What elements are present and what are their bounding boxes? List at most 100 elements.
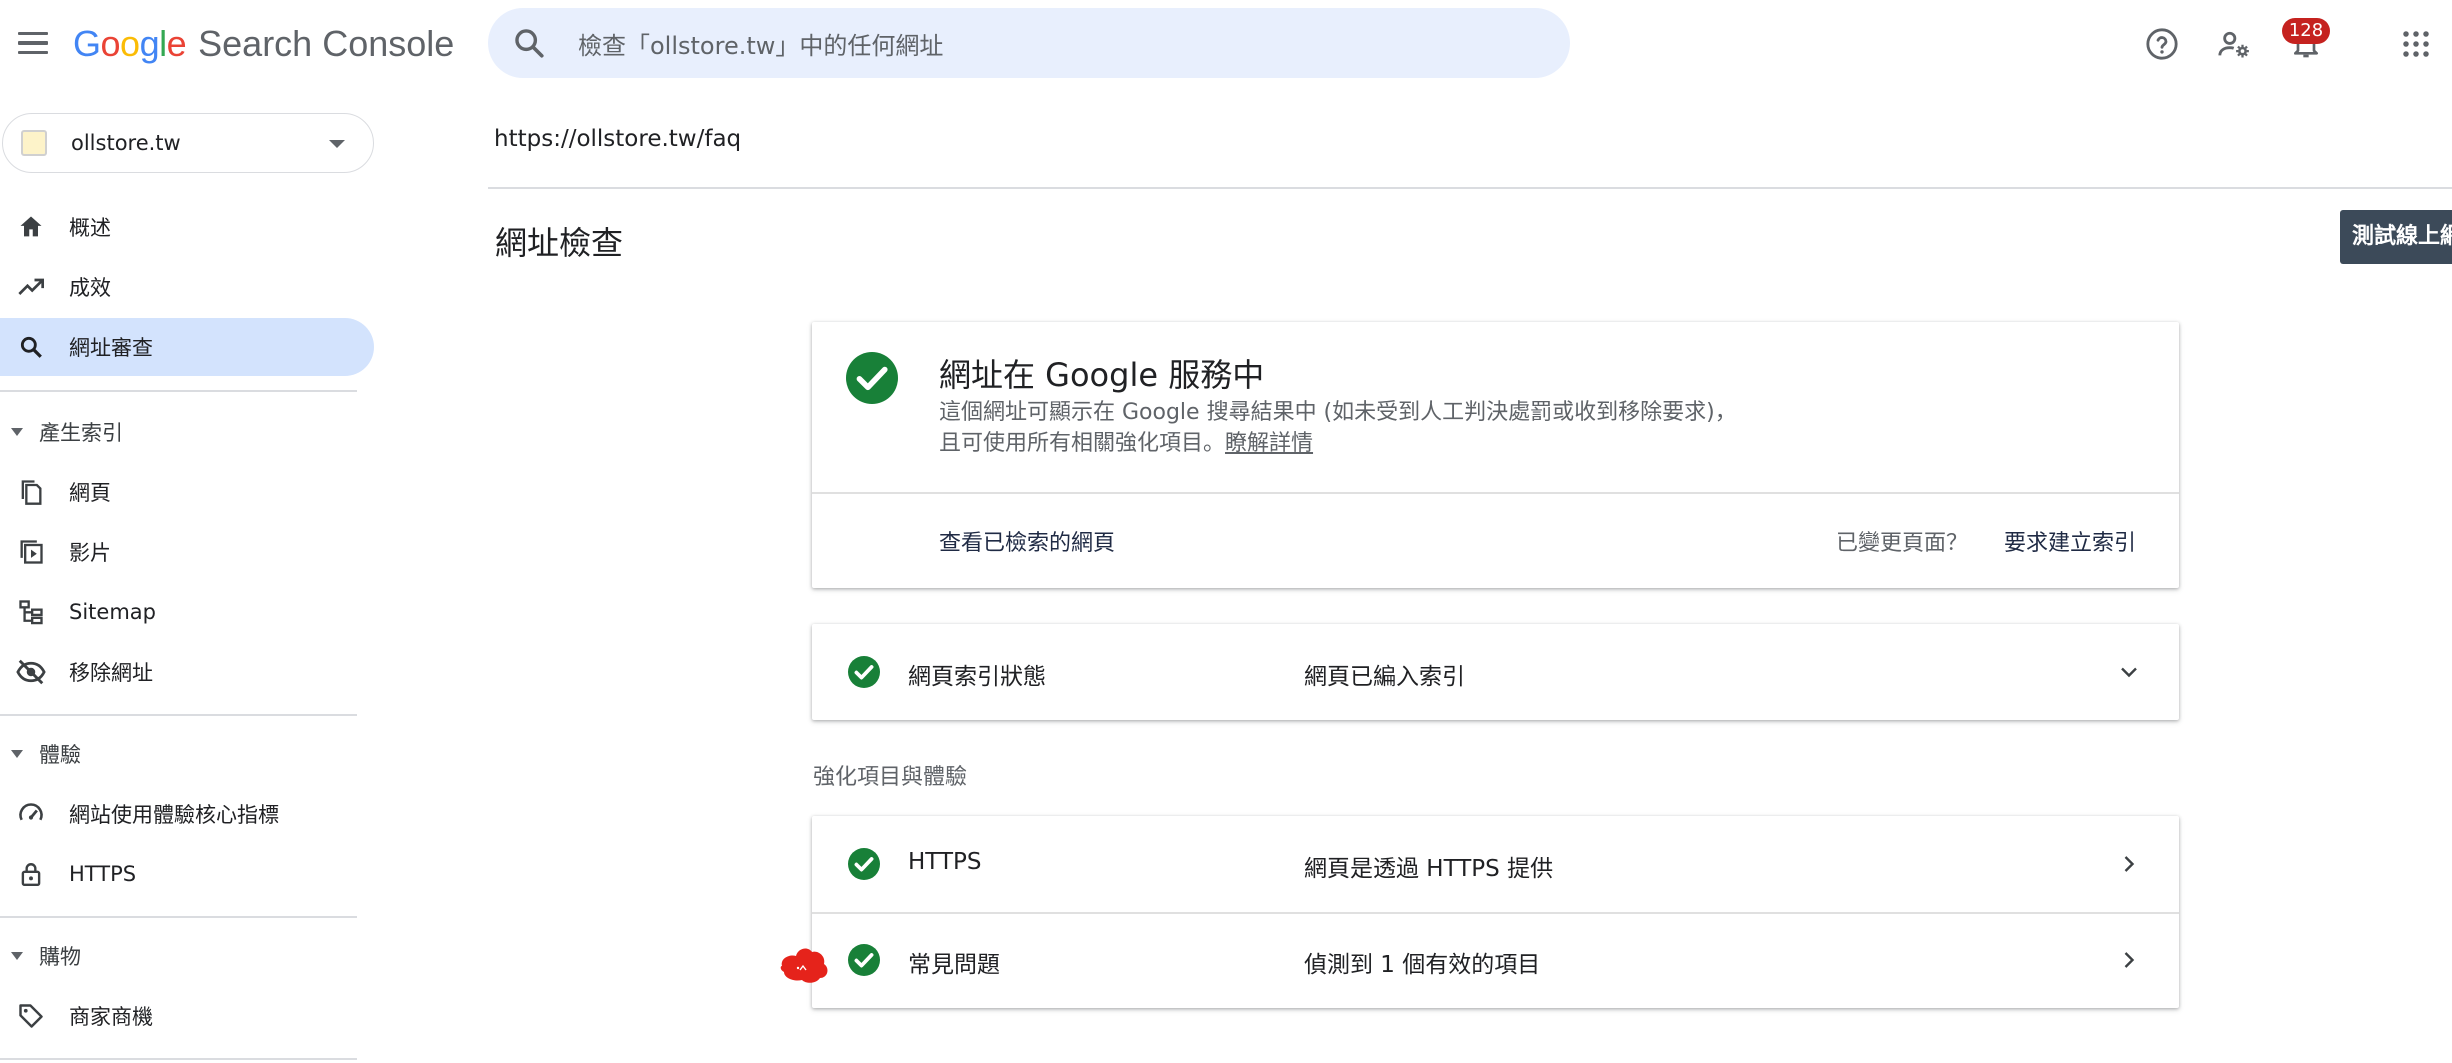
sidebar-item-videos[interactable]: 影片 <box>0 523 374 581</box>
row-label: HTTPS <box>908 849 982 875</box>
property-name: ollstore.tw <box>71 131 181 155</box>
sidebar-item-label: 網站使用體驗核心指標 <box>69 803 279 827</box>
sidebar-item-overview[interactable]: 概述 <box>0 198 374 256</box>
sidebar-item-label: 成效 <box>69 276 111 300</box>
check-circle-icon <box>846 352 898 404</box>
sidebar-item-https[interactable]: HTTPS <box>0 845 374 903</box>
trending-up-icon <box>16 272 46 302</box>
page-indexing-row[interactable]: 網頁索引狀態 網頁已編入索引 <box>812 624 2179 720</box>
sidebar-item-sitemap[interactable]: Sitemap <box>0 583 374 641</box>
manage-users-icon[interactable] <box>2214 24 2254 64</box>
sidebar-divider <box>0 1058 357 1060</box>
apps-grid-icon[interactable] <box>2396 24 2436 64</box>
sidebar-item-label: 移除網址 <box>69 661 153 685</box>
chevron-right-icon[interactable] <box>2117 852 2141 876</box>
sidebar-item-removals[interactable]: 移除網址 <box>0 643 374 701</box>
pages-icon <box>16 477 46 507</box>
sidebar-item-label: 影片 <box>69 541 111 565</box>
sidebar-item-core-web-vitals[interactable]: 網站使用體驗核心指標 <box>0 785 374 843</box>
search-console-page: Google Search Console 檢查「ollstore.tw」中的任… <box>0 0 2452 1063</box>
status-title: 網址在 Google 服務中 <box>939 356 1265 394</box>
search-icon[interactable] <box>512 26 546 60</box>
sidebar-item-performance[interactable]: 成效 <box>0 258 374 316</box>
help-icon[interactable] <box>2142 24 2182 64</box>
description-line-2: 且可使用所有相關強化項目。瞭解詳情 <box>939 428 1737 459</box>
collapse-triangle-icon <box>11 952 23 960</box>
property-selector[interactable]: ollstore.tw <box>2 113 374 173</box>
status-description: 這個網址可顯示在 Google 搜尋結果中 (如未受到人工判決處罰或收到移除要求… <box>939 397 1737 459</box>
page-title: 網址檢查 <box>495 224 624 262</box>
sidebar-item-merchant-opportunities[interactable]: 商家商機 <box>0 987 374 1045</box>
header-divider <box>488 187 2452 189</box>
logo-letter: l <box>159 23 167 64</box>
search-input[interactable]: 檢查「ollstore.tw」中的任何網址 <box>578 26 943 61</box>
search-icon <box>16 332 46 362</box>
card-divider <box>812 492 2179 494</box>
home-icon <box>16 212 46 242</box>
notification-count-badge[interactable]: 128 <box>2282 18 2330 44</box>
sidebar-item-label: 網頁 <box>69 481 111 505</box>
logo-letter: e <box>166 23 187 64</box>
sidebar-section-shopping[interactable]: 購物 <box>0 936 374 976</box>
sidebar-divider <box>0 390 357 392</box>
logo-letter: g <box>139 23 160 64</box>
row-value: 網頁是透過 HTTPS 提供 <box>1304 856 1554 882</box>
sidebar-item-url-inspection[interactable]: 網址審查 <box>0 318 374 376</box>
collapse-triangle-icon <box>11 750 23 758</box>
row-label: 網頁索引狀態 <box>908 664 1046 690</box>
eye-off-icon <box>16 657 46 687</box>
top-app-bar: Google Search Console 檢查「ollstore.tw」中的任… <box>0 0 2452 89</box>
logo-letter: G <box>73 23 101 64</box>
section-title: 購物 <box>39 945 81 969</box>
check-circle-icon <box>848 656 880 688</box>
section-title: 體驗 <box>39 743 81 767</box>
enhancement-row-https[interactable]: HTTPS 網頁是透過 HTTPS 提供 <box>812 816 2179 912</box>
chevron-right-icon[interactable] <box>2117 948 2141 972</box>
speed-gauge-icon <box>16 799 46 829</box>
sidebar-item-label: 概述 <box>69 216 111 240</box>
view-crawled-page-button[interactable]: 查看已檢索的網頁 <box>939 525 1115 557</box>
video-icon <box>16 537 46 567</box>
url-inspection-search-bar[interactable]: 檢查「ollstore.tw」中的任何網址 <box>488 8 1570 78</box>
enhancements-heading: 強化項目與體驗 <box>813 765 968 790</box>
sidebar-divider <box>0 916 357 918</box>
enhancements-card: HTTPS 網頁是透過 HTTPS 提供 常見問題 偵測到 1 個有效的項目 <box>812 816 2179 1008</box>
check-circle-icon <box>848 944 880 976</box>
check-circle-icon <box>848 848 880 880</box>
property-favicon-icon <box>21 130 47 156</box>
sidebar-divider <box>0 714 357 716</box>
sidebar-item-label: 商家商機 <box>69 1005 153 1029</box>
google-wordmark: Google <box>73 23 187 65</box>
lock-icon <box>16 859 46 889</box>
sidebar-item-pages[interactable]: 網頁 <box>0 463 374 521</box>
enhancement-row-faq[interactable]: 常見問題 偵測到 1 個有效的項目 <box>812 912 2179 1008</box>
page-indexing-card[interactable]: 網頁索引狀態 網頁已編入索引 <box>812 624 2179 720</box>
sidebar-section-indexing[interactable]: 產生索引 <box>0 412 374 452</box>
request-indexing-button[interactable]: 要求建立索引 <box>2004 525 2136 557</box>
collapse-triangle-icon <box>11 428 23 436</box>
description-line: 且可使用所有相關強化項目。 <box>939 431 1226 456</box>
logo-letter: o <box>100 23 121 64</box>
inspected-url: https://ollstore.tw/faq <box>494 126 742 152</box>
tag-icon <box>16 1001 46 1031</box>
learn-more-link[interactable]: 瞭解詳情 <box>1225 431 1313 456</box>
test-live-url-button[interactable]: 測試線上網址 <box>2340 210 2452 264</box>
google-search-console-logo[interactable]: Google Search Console <box>73 22 454 66</box>
url-status-card: 網址在 Google 服務中 這個網址可顯示在 Google 搜尋結果中 (如未… <box>812 322 2179 588</box>
logo-letter: o <box>120 23 140 64</box>
red-annotation-mark <box>780 948 828 983</box>
main-menu-icon[interactable] <box>12 22 54 64</box>
section-title: 產生索引 <box>39 421 123 445</box>
row-value: 網頁已編入索引 <box>1304 664 1465 690</box>
sidebar-section-experience[interactable]: 體驗 <box>0 734 374 774</box>
sidebar-item-label: HTTPS <box>69 862 137 886</box>
product-name: Search Console <box>198 23 455 64</box>
row-value: 偵測到 1 個有效的項目 <box>1304 952 1541 978</box>
row-label: 常見問題 <box>908 952 1000 978</box>
description-line: 這個網址可顯示在 Google 搜尋結果中 (如未受到人工判決處罰或收到移除要求… <box>939 400 1737 425</box>
page-changed-prompt: 已變更頁面？ <box>1836 531 1969 556</box>
sidebar: ollstore.tw 概述 成效 網址審查 產生索引 網頁 影片 Sitema… <box>0 89 380 1063</box>
chevron-down-icon[interactable] <box>2117 660 2141 684</box>
sidebar-item-label: Sitemap <box>69 600 156 624</box>
sitemap-icon <box>16 597 46 627</box>
